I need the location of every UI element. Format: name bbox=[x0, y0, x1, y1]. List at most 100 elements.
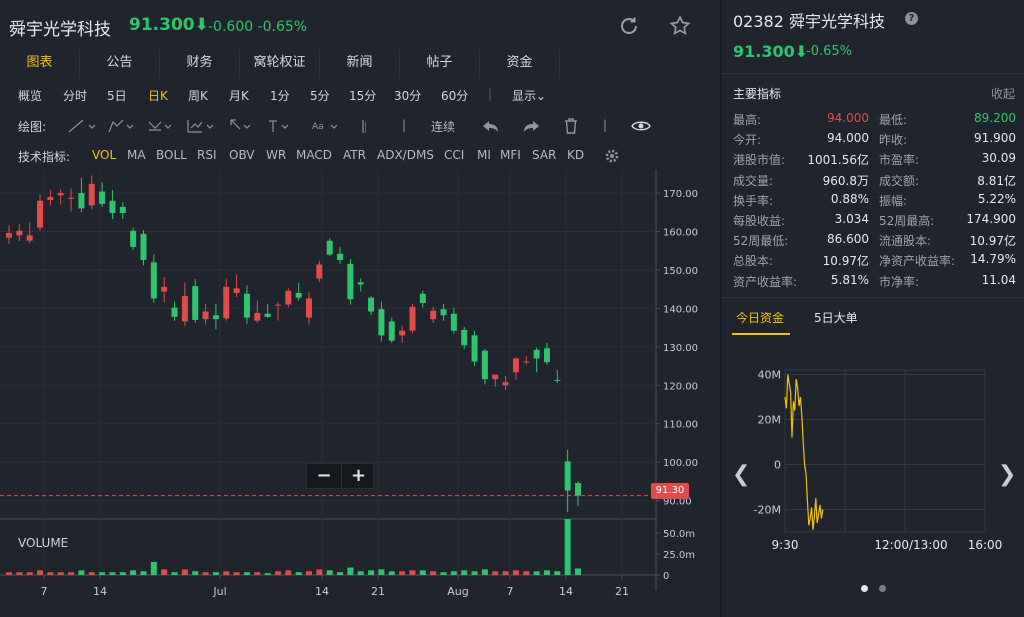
metric-row: 最高: 94.000 最低: 89.200 bbox=[733, 109, 1016, 129]
period-bar: 概览 分时 5日 日K 周K 月K 1分 5分 15分 30分 60分 | 显示… bbox=[0, 84, 720, 106]
period-overview[interactable]: 概览 bbox=[18, 87, 42, 104]
volume-bar bbox=[223, 571, 230, 575]
volume-bar bbox=[181, 569, 188, 575]
volume-bar bbox=[368, 570, 375, 575]
capital-flow-line bbox=[784, 374, 824, 530]
metric-row: 今开: 94.000 昨收: 91.900 bbox=[733, 129, 1016, 149]
metric-value: 86.600 bbox=[827, 232, 869, 247]
refresh-icon[interactable] bbox=[617, 14, 641, 38]
period-5min[interactable]: 5分 bbox=[310, 87, 330, 104]
dropdown-caret-icon bbox=[206, 124, 214, 129]
volume-bar bbox=[399, 571, 406, 575]
volume-tick-label: 50.0m bbox=[663, 529, 695, 540]
period-60min[interactable]: 60分 bbox=[441, 87, 468, 104]
candle-body bbox=[223, 286, 230, 319]
indicator-macd[interactable]: MACD bbox=[296, 148, 332, 162]
star-icon[interactable] bbox=[668, 14, 692, 38]
metric-key: 成交额: bbox=[879, 173, 920, 188]
period-1min[interactable]: 1分 bbox=[270, 87, 290, 104]
zoom-in-button[interactable]: + bbox=[341, 464, 375, 488]
dropdown-caret-icon bbox=[281, 124, 289, 129]
period-weekly-k[interactable]: 周K bbox=[188, 87, 208, 104]
info-panel: 02382 舜宇光学科技 ? 91.300⬇ -0.65% 主要指标 收起 最高… bbox=[722, 0, 1024, 617]
indicator-mfi[interactable]: MFI bbox=[500, 148, 521, 162]
settings-gear-icon[interactable] bbox=[604, 148, 620, 164]
metric-row: 52周最低: 86.600 流通股本: 10.97亿 bbox=[733, 230, 1016, 250]
indicator-adx[interactable]: ADX/DMS bbox=[377, 148, 434, 162]
metric-value: 0.88% bbox=[830, 191, 869, 206]
indicator-vol[interactable]: VOL bbox=[92, 148, 116, 162]
indicator-ma[interactable]: MA bbox=[127, 148, 146, 162]
eye-icon[interactable] bbox=[631, 119, 651, 133]
volume-bar bbox=[47, 572, 54, 575]
candle-body bbox=[212, 315, 219, 320]
zoom-out-button[interactable]: − bbox=[307, 464, 341, 488]
tab-financials[interactable]: 财务 bbox=[160, 50, 240, 78]
candle-body bbox=[409, 306, 416, 331]
trash-icon[interactable] bbox=[563, 117, 579, 135]
help-icon[interactable]: ? bbox=[905, 12, 918, 25]
legend-strip bbox=[0, 602, 720, 617]
redo-icon[interactable] bbox=[522, 118, 542, 134]
tab-5day-large-orders[interactable]: 5日大单 bbox=[814, 309, 858, 326]
panel-price: 91.300⬇ bbox=[733, 42, 809, 61]
indicator-mi[interactable]: MI bbox=[477, 148, 491, 162]
candle-body bbox=[450, 313, 457, 331]
next-arrow-icon[interactable]: ❯ bbox=[998, 462, 1016, 487]
indicator-boll[interactable]: BOLL bbox=[156, 148, 187, 162]
period-intraday[interactable]: 分时 bbox=[63, 87, 87, 104]
volume-bar bbox=[78, 570, 85, 575]
tab-today-capital[interactable]: 今日资金 bbox=[736, 309, 784, 326]
period-15min[interactable]: 15分 bbox=[349, 87, 376, 104]
candle-body bbox=[440, 309, 447, 316]
period-daily-k[interactable]: 日K bbox=[148, 87, 168, 104]
undo-icon[interactable] bbox=[480, 118, 500, 134]
tab-announcements[interactable]: 公告 bbox=[80, 50, 160, 78]
candle-body bbox=[471, 335, 478, 362]
metric-row: 换手率: 0.88% 振幅: 5.22% bbox=[733, 190, 1016, 210]
tab-posts[interactable]: 帖子 bbox=[400, 50, 480, 78]
collapse-button[interactable]: 收起 bbox=[991, 85, 1015, 102]
metrics-table: 最高: 94.000 最低: 89.200 今开: 94.000 昨收: 91.900 港股市值… bbox=[733, 109, 1016, 291]
candle-body bbox=[99, 191, 106, 204]
indicator-wr[interactable]: WR bbox=[266, 148, 286, 162]
indicator-atr[interactable]: ATR bbox=[343, 148, 366, 162]
indicator-sar[interactable]: SAR bbox=[532, 148, 556, 162]
volume-bar bbox=[450, 571, 457, 575]
candlestick-chart[interactable]: 170.00 160.00 150.00 140.00 130.00 120.00 110.… bbox=[0, 170, 720, 602]
candle-body bbox=[109, 200, 116, 214]
candle-body bbox=[337, 253, 344, 260]
tab-warrants[interactable]: 窝轮权证 bbox=[240, 50, 320, 78]
x-tick-label: 7 bbox=[41, 585, 48, 598]
candle-body bbox=[285, 290, 292, 305]
indicator-obv[interactable]: OBV bbox=[229, 148, 255, 162]
capital-tabs: 今日资金 5日大单 bbox=[722, 300, 1024, 336]
candle-body bbox=[192, 286, 199, 320]
indicator-cci[interactable]: CCI bbox=[444, 148, 464, 162]
volume-bar bbox=[130, 570, 137, 575]
tab-capital[interactable]: 资金 bbox=[480, 50, 560, 78]
metric-row: 资产收益率: 5.81% 市净率: 11.04 bbox=[733, 271, 1016, 291]
volume-bar bbox=[88, 572, 95, 575]
tab-chart[interactable]: 图表 bbox=[0, 50, 80, 78]
continuous-toggle[interactable]: 连续 bbox=[431, 118, 455, 135]
period-5day[interactable]: 5日 bbox=[107, 87, 127, 104]
candle-body bbox=[378, 309, 385, 336]
metric-value: 91.900 bbox=[974, 131, 1016, 146]
indicator-rsi[interactable]: RSI bbox=[197, 148, 217, 162]
candle-body bbox=[575, 482, 581, 496]
tab-news[interactable]: 新闻 bbox=[320, 50, 400, 78]
prev-arrow-icon[interactable]: ❮ bbox=[732, 462, 750, 487]
carousel-dot-active[interactable] bbox=[861, 585, 868, 592]
period-monthly-k[interactable]: 月K bbox=[229, 87, 249, 104]
candle-body bbox=[233, 288, 240, 294]
display-dropdown[interactable]: 显示⌄ bbox=[512, 87, 546, 104]
metric-key: 今开: bbox=[733, 133, 762, 148]
metric-value: 11.04 bbox=[981, 272, 1016, 287]
indicator-kd[interactable]: KD bbox=[567, 148, 584, 162]
volume-bar bbox=[430, 571, 437, 575]
carousel-dot[interactable] bbox=[879, 585, 886, 592]
chart-tool-icon bbox=[187, 120, 203, 133]
volume-bar bbox=[233, 572, 240, 575]
period-30min[interactable]: 30分 bbox=[394, 87, 421, 104]
